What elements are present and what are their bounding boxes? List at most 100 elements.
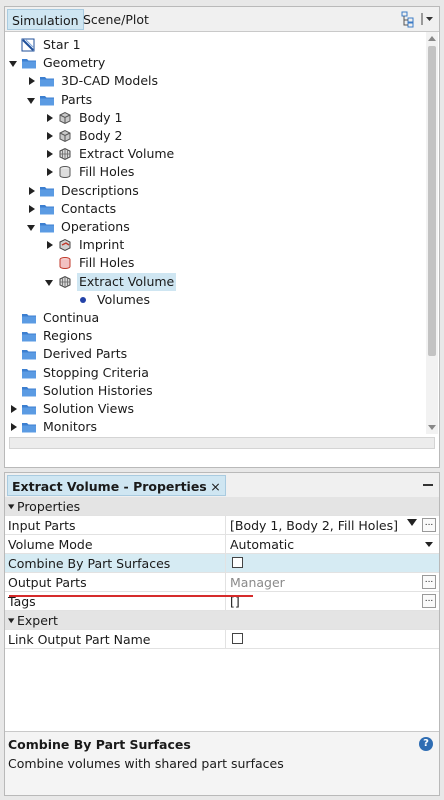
tree-item-parts[interactable]: Parts — [5, 91, 425, 109]
folder-icon — [39, 93, 55, 107]
category-expert[interactable]: Expert — [5, 611, 439, 630]
property-name: Input Parts — [8, 518, 76, 533]
fill-holes-icon — [57, 256, 73, 270]
expand-arrow-icon[interactable] — [9, 418, 19, 434]
body-icon — [57, 129, 73, 143]
simulation-tree[interactable]: Star 1 Geometry 3D-CAD Models Parts Body 1 Bo… — [5, 32, 425, 434]
checkbox[interactable] — [232, 633, 243, 644]
scroll-up-arrow-icon[interactable] — [428, 36, 436, 41]
property-value-text: Automatic — [230, 537, 295, 552]
description-text: Combine volumes with shared part surface… — [8, 756, 284, 771]
expand-arrow-icon[interactable] — [45, 109, 55, 127]
tree-item-label: Continua — [43, 310, 100, 325]
properties-tabbar: Extract Volume - Properties × — [5, 473, 439, 498]
tree-item-extract-volume[interactable]: Extract Volume — [5, 272, 425, 291]
tree-item-solution-views[interactable]: Solution Views — [5, 400, 425, 418]
expand-arrow-icon[interactable] — [27, 182, 37, 200]
collapse-arrow-icon[interactable] — [27, 91, 37, 109]
hierarchy-icon[interactable] — [399, 10, 417, 28]
folder-icon — [21, 347, 37, 361]
tab-extract-volume-properties[interactable]: Extract Volume - Properties × — [7, 475, 226, 496]
property-value[interactable]: Automatic — [225, 535, 439, 553]
dropdown-arrow-icon[interactable] — [425, 542, 433, 547]
property-row-output-parts[interactable]: Output Parts Manager... — [5, 573, 439, 592]
property-value-text: [Body 1, Body 2, Fill Holes] — [230, 518, 399, 533]
tree-item-fill-holes[interactable]: Fill Holes — [5, 163, 425, 181]
tree-item-body-2[interactable]: Body 2 — [5, 127, 425, 145]
ellipsis-button[interactable]: ... — [422, 594, 436, 608]
dot-icon — [75, 293, 91, 307]
property-value[interactable]: []... — [225, 592, 439, 610]
tree-item-star-1[interactable]: Star 1 — [5, 36, 425, 54]
tree-item-volumes[interactable]: Volumes — [5, 291, 425, 309]
tree-item-solution-histories[interactable]: Solution Histories — [5, 382, 425, 400]
folder-icon — [39, 74, 55, 88]
help-icon[interactable]: ? — [419, 737, 433, 751]
tab-scene-plot[interactable]: Scene/Plot — [79, 9, 153, 30]
tree-item-fill-holes[interactable]: Fill Holes — [5, 254, 425, 272]
category-label: Expert — [17, 613, 58, 628]
tree-vertical-scrollbar[interactable] — [426, 32, 438, 434]
tree-item-descriptions[interactable]: Descriptions — [5, 182, 425, 200]
tree-item-3d-cad-models[interactable]: 3D-CAD Models — [5, 72, 425, 90]
properties-table: Link Output Part Name Expert Tags[]... Outp… — [5, 497, 439, 731]
property-row-link-output-part-name[interactable]: Link Output Part Name — [5, 630, 439, 649]
tree-item-label: Monitors — [43, 419, 98, 434]
collapse-arrow-icon[interactable] — [45, 273, 55, 291]
tree-item-extract-volume[interactable]: Extract Volume — [5, 145, 425, 163]
tree-item-operations[interactable]: Operations — [5, 218, 425, 236]
filter-icon[interactable] — [407, 519, 417, 526]
category-properties[interactable]: Properties — [5, 497, 439, 516]
expand-arrow-icon[interactable] — [27, 72, 37, 90]
tree-horizontal-scrollbar[interactable] — [9, 437, 435, 449]
tree-item-body-1[interactable]: Body 1 — [5, 109, 425, 127]
folder-icon — [39, 184, 55, 198]
tab-simulation[interactable]: Simulation — [7, 9, 84, 30]
tree-item-stopping-criteria[interactable]: Stopping Criteria — [5, 364, 425, 382]
property-row-volume-mode[interactable]: Volume Mode Automatic — [5, 535, 439, 554]
ellipsis-button[interactable]: ... — [422, 518, 436, 532]
property-name: Output Parts — [8, 575, 87, 590]
tree-item-contacts[interactable]: Contacts — [5, 200, 425, 218]
collapse-arrow-icon[interactable] — [8, 613, 16, 627]
annotation-underline — [9, 595, 253, 597]
property-value[interactable] — [225, 630, 439, 648]
folder-icon — [21, 384, 37, 398]
expand-arrow-icon[interactable] — [45, 163, 55, 181]
folder-icon — [21, 420, 37, 434]
expand-arrow-icon[interactable] — [45, 145, 55, 163]
expand-arrow-icon[interactable] — [45, 236, 55, 254]
minimize-icon[interactable] — [423, 484, 433, 486]
expand-arrow-icon[interactable] — [9, 400, 19, 418]
scroll-thumb[interactable] — [428, 46, 436, 356]
ellipsis-button[interactable]: ... — [422, 575, 436, 589]
tree-item-derived-parts[interactable]: Derived Parts — [5, 345, 425, 363]
tree-item-regions[interactable]: Regions — [5, 327, 425, 345]
tree-item-label: Descriptions — [61, 182, 139, 198]
folder-icon — [21, 402, 37, 416]
checkbox[interactable] — [232, 557, 243, 568]
scroll-down-arrow-icon[interactable] — [428, 425, 436, 430]
folder-icon — [39, 202, 55, 216]
tree-item-label: Extract Volume — [77, 272, 177, 291]
expand-arrow-icon[interactable] — [45, 127, 55, 145]
body-icon — [57, 111, 73, 125]
property-value[interactable]: Manager... — [225, 573, 439, 591]
collapse-arrow-icon[interactable] — [27, 218, 37, 236]
property-value-text: Manager — [230, 575, 285, 590]
tree-item-label: Fill Holes — [79, 255, 135, 271]
collapse-arrow-icon[interactable] — [8, 499, 16, 513]
property-value[interactable]: [Body 1, Body 2, Fill Holes]... — [225, 516, 439, 534]
property-value[interactable] — [225, 554, 439, 572]
property-row-combine-by-part-surfaces[interactable]: Combine By Part Surfaces — [5, 554, 439, 573]
tree-item-geometry[interactable]: Geometry — [5, 54, 425, 72]
tree-item-continua[interactable]: Continua — [5, 309, 425, 327]
property-name: Combine By Part Surfaces — [8, 556, 171, 571]
expand-arrow-icon[interactable] — [27, 200, 37, 218]
close-icon[interactable]: × — [210, 476, 220, 497]
tree-item-monitors[interactable]: Monitors — [5, 418, 425, 434]
collapse-arrow-icon[interactable] — [9, 54, 19, 72]
property-row-input-parts[interactable]: Input Parts [Body 1, Body 2, Fill Holes].… — [5, 516, 439, 535]
view-menu-icon[interactable] — [419, 10, 437, 28]
tree-item-imprint[interactable]: Imprint — [5, 236, 425, 254]
